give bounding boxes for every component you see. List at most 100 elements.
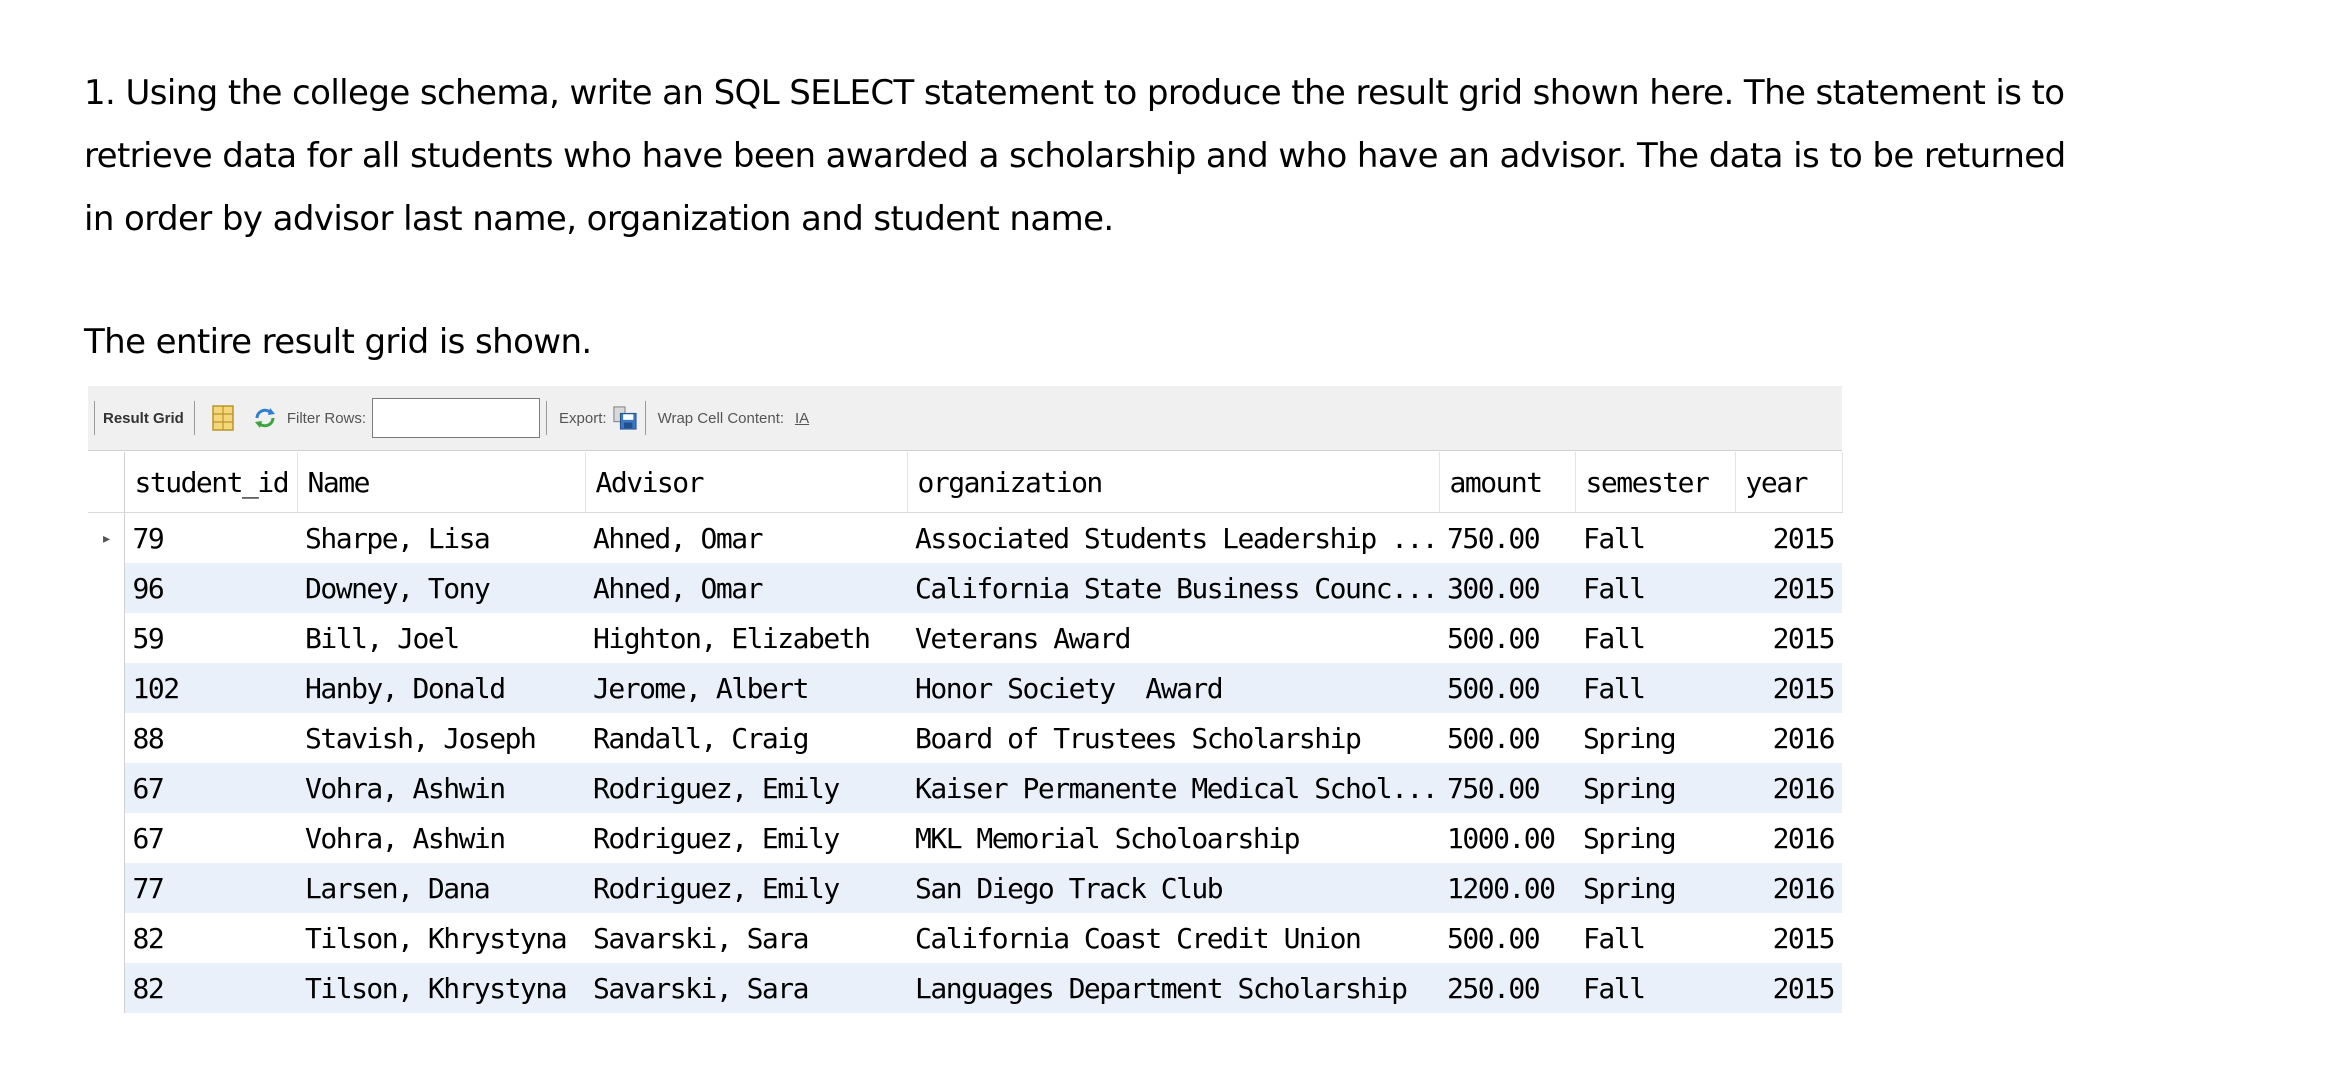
table-cell-name[interactable]: Vohra, Ashwin xyxy=(297,813,585,863)
column-header[interactable]: Name xyxy=(297,452,586,513)
table-cell-semester[interactable]: Fall xyxy=(1575,663,1735,713)
table-cell-amount[interactable]: 500.00 xyxy=(1439,663,1575,713)
question-line: 1. Using the college schema, write an SQ… xyxy=(84,73,2065,113)
table-cell-semester[interactable]: Fall xyxy=(1575,613,1735,663)
table-cell-organization[interactable]: Kaiser Permanente Medical Schol... xyxy=(907,763,1439,813)
table-cell-student-id[interactable]: 82 xyxy=(124,963,297,1013)
table-row[interactable]: 88 Stavish, Joseph Randall, Craig Board of … xyxy=(88,713,1842,763)
filter-rows-input[interactable] xyxy=(372,398,541,438)
table-row[interactable]: 67 Vohra, Ashwin Rodriguez, Emily MKL Memor… xyxy=(88,813,1842,863)
column-header[interactable]: organization xyxy=(907,452,1440,513)
table-cell-advisor[interactable]: Jerome, Albert xyxy=(585,663,907,713)
table-row[interactable]: 59 Bill, Joel Highton, Elizabeth Veterans A… xyxy=(88,613,1842,663)
table-row[interactable]: 96 Downey, Tony Ahned, Omar California Stat… xyxy=(88,563,1842,613)
table-row[interactable]: 77 Larsen, Dana Rodriguez, Emily San Diego … xyxy=(88,863,1842,913)
table-cell-advisor[interactable]: Ahned, Omar xyxy=(585,563,907,613)
table-cell-semester[interactable]: Spring xyxy=(1575,863,1735,913)
table-cell-advisor[interactable]: Savarski, Sara xyxy=(585,913,907,963)
table-cell-name[interactable]: Larsen, Dana xyxy=(297,863,585,913)
table-row[interactable]: 102 Hanby, Donald Jerome, Albert Honor Soci… xyxy=(88,663,1842,713)
table-cell-amount[interactable]: 250.00 xyxy=(1439,963,1575,1013)
table-cell-student-id[interactable]: 59 xyxy=(124,613,297,663)
table-cell-student-id[interactable]: 77 xyxy=(124,863,297,913)
table-cell-amount[interactable]: 500.00 xyxy=(1439,613,1575,663)
column-header[interactable]: Advisor xyxy=(585,452,908,513)
table-cell-student-id[interactable]: 79 xyxy=(124,512,297,563)
table-cell-organization[interactable]: Board of Trustees Scholarship xyxy=(907,713,1439,763)
table-cell-advisor[interactable]: Rodriguez, Emily xyxy=(585,813,907,863)
table-cell-semester[interactable]: Spring xyxy=(1575,713,1735,763)
table-cell-year[interactable]: 2015 xyxy=(1735,913,1842,963)
table-row[interactable]: 82 Tilson, Khrystyna Savarski, Sara Languag… xyxy=(88,963,1842,1013)
table-cell-semester[interactable]: Spring xyxy=(1575,763,1735,813)
table-cell-year[interactable]: 2015 xyxy=(1735,512,1842,563)
table-cell-student-id[interactable]: 82 xyxy=(124,913,297,963)
table-row[interactable]: ▸ 79 Sharpe, Lisa Ahned, Omar Associated Stu… xyxy=(88,512,1842,563)
table-cell-advisor[interactable]: Highton, Elizabeth xyxy=(585,613,907,663)
table-cell-organization[interactable]: MKL Memorial Scholoarship xyxy=(907,813,1439,863)
table-cell-amount[interactable]: 750.00 xyxy=(1439,512,1575,563)
table-cell-year[interactable]: 2015 xyxy=(1735,663,1842,713)
table-cell-year[interactable]: 2016 xyxy=(1735,813,1842,863)
table-cell-amount[interactable]: 500.00 xyxy=(1439,913,1575,963)
table-cell-advisor[interactable]: Randall, Craig xyxy=(585,713,907,763)
table-cell-student-id[interactable]: 67 xyxy=(124,763,297,813)
wrap-text-icon[interactable]: IA xyxy=(790,405,814,431)
grid-icon[interactable] xyxy=(211,405,235,431)
table-row[interactable]: 67 Vohra, Ashwin Rodriguez, Emily Kaiser Pe… xyxy=(88,763,1842,813)
table-cell-student-id[interactable]: 102 xyxy=(124,663,297,713)
result-grid-tab[interactable]: Result Grid xyxy=(103,410,184,427)
table-cell-name[interactable]: Bill, Joel xyxy=(297,613,585,663)
table-cell-amount[interactable]: 500.00 xyxy=(1439,713,1575,763)
toolbar-divider xyxy=(94,401,95,435)
table-cell-organization[interactable]: Languages Department Scholarship xyxy=(907,963,1439,1013)
table-cell-year[interactable]: 2015 xyxy=(1735,963,1842,1013)
table-cell-organization[interactable]: California State Business Counc... xyxy=(907,563,1439,613)
table-cell-advisor[interactable]: Rodriguez, Emily xyxy=(585,863,907,913)
row-marker xyxy=(88,663,125,713)
column-header[interactable]: year xyxy=(1735,452,1843,513)
table-cell-organization[interactable]: Associated Students Leadership ... xyxy=(907,512,1439,563)
table-cell-organization[interactable]: Veterans Award xyxy=(907,613,1439,663)
caption: The entire result grid is shown. xyxy=(84,322,592,362)
table-cell-student-id[interactable]: 67 xyxy=(124,813,297,863)
table-row[interactable]: 82 Tilson, Khrystyna Savarski, Sara Califor… xyxy=(88,913,1842,963)
table-cell-year[interactable]: 2016 xyxy=(1735,763,1842,813)
table-cell-organization[interactable]: California Coast Credit Union xyxy=(907,913,1439,963)
table-cell-name[interactable]: Downey, Tony xyxy=(297,563,585,613)
table-cell-amount[interactable]: 1000.00 xyxy=(1439,813,1575,863)
table-cell-semester[interactable]: Fall xyxy=(1575,512,1735,563)
table-cell-name[interactable]: Stavish, Joseph xyxy=(297,713,585,763)
question-text: 1. Using the college schema, write an SQ… xyxy=(84,62,2066,251)
table-cell-name[interactable]: Tilson, Khrystyna xyxy=(297,913,585,963)
table-cell-organization[interactable]: Honor Society Award xyxy=(907,663,1439,713)
table-cell-year[interactable]: 2016 xyxy=(1735,713,1842,763)
table-cell-amount[interactable]: 750.00 xyxy=(1439,763,1575,813)
table-cell-advisor[interactable]: Ahned, Omar xyxy=(585,512,907,563)
table-cell-amount[interactable]: 300.00 xyxy=(1439,563,1575,613)
toolbar-divider xyxy=(546,401,548,435)
toolbar-divider xyxy=(644,401,646,435)
table-cell-semester[interactable]: Fall xyxy=(1575,913,1735,963)
table-cell-semester[interactable]: Spring xyxy=(1575,813,1735,863)
table-cell-name[interactable]: Sharpe, Lisa xyxy=(297,512,585,563)
table-cell-year[interactable]: 2015 xyxy=(1735,613,1842,663)
table-cell-student-id[interactable]: 96 xyxy=(124,563,297,613)
table-cell-year[interactable]: 2015 xyxy=(1735,563,1842,613)
column-header[interactable]: amount xyxy=(1439,452,1576,513)
table-cell-student-id[interactable]: 88 xyxy=(124,713,297,763)
table-cell-organization[interactable]: San Diego Track Club xyxy=(907,863,1439,913)
save-icon[interactable] xyxy=(613,405,637,431)
column-header[interactable]: semester xyxy=(1575,452,1736,513)
table-cell-semester[interactable]: Fall xyxy=(1575,963,1735,1013)
column-header[interactable]: student_id xyxy=(124,452,298,513)
table-cell-advisor[interactable]: Savarski, Sara xyxy=(585,963,907,1013)
refresh-icon[interactable] xyxy=(253,405,277,431)
table-cell-name[interactable]: Tilson, Khrystyna xyxy=(297,963,585,1013)
table-cell-semester[interactable]: Fall xyxy=(1575,563,1735,613)
table-cell-year[interactable]: 2016 xyxy=(1735,863,1842,913)
table-cell-amount[interactable]: 1200.00 xyxy=(1439,863,1575,913)
table-cell-advisor[interactable]: Rodriguez, Emily xyxy=(585,763,907,813)
table-cell-name[interactable]: Vohra, Ashwin xyxy=(297,763,585,813)
table-cell-name[interactable]: Hanby, Donald xyxy=(297,663,585,713)
